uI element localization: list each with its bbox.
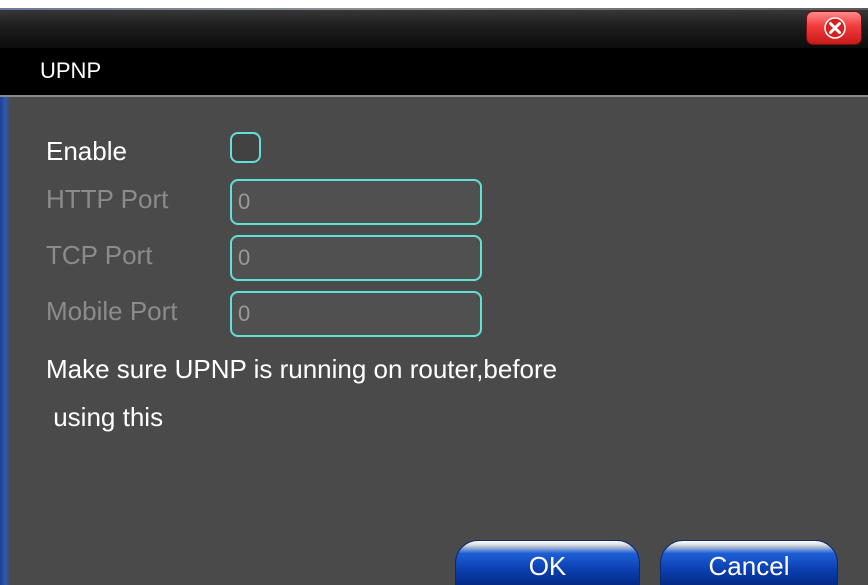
mobile-port-input[interactable] (238, 299, 474, 329)
dialog-header: UPNP (0, 48, 868, 97)
tcp-port-field[interactable] (230, 235, 482, 281)
upnp-dialog: UPNP Enable HTTP Port TCP Port Mobile Po… (0, 8, 868, 585)
cancel-button[interactable]: Cancel (660, 540, 838, 585)
cancel-button-label: Cancel (708, 551, 790, 581)
http-port-label: HTTP Port (46, 184, 169, 214)
close-icon (824, 17, 846, 39)
enable-label: Enable (46, 136, 127, 166)
tcp-port-label: TCP Port (46, 240, 153, 270)
ok-button-label: OK (528, 551, 567, 581)
title-bar-highlight (0, 8, 868, 10)
title-bar[interactable] (0, 8, 868, 48)
upnp-hint-line-1: Make sure UPNP is running on router,befo… (46, 354, 558, 384)
close-button[interactable] (806, 11, 862, 45)
dialog-title: UPNP (40, 58, 102, 83)
mobile-port-label: Mobile Port (46, 296, 178, 326)
upnp-hint-line-2: using this (46, 402, 164, 432)
http-port-input[interactable] (238, 187, 474, 217)
mobile-port-field[interactable] (230, 291, 482, 337)
http-port-field[interactable] (230, 179, 482, 225)
tcp-port-input[interactable] (238, 243, 474, 273)
ok-button[interactable]: OK (455, 540, 640, 585)
enable-checkbox[interactable] (230, 132, 261, 163)
